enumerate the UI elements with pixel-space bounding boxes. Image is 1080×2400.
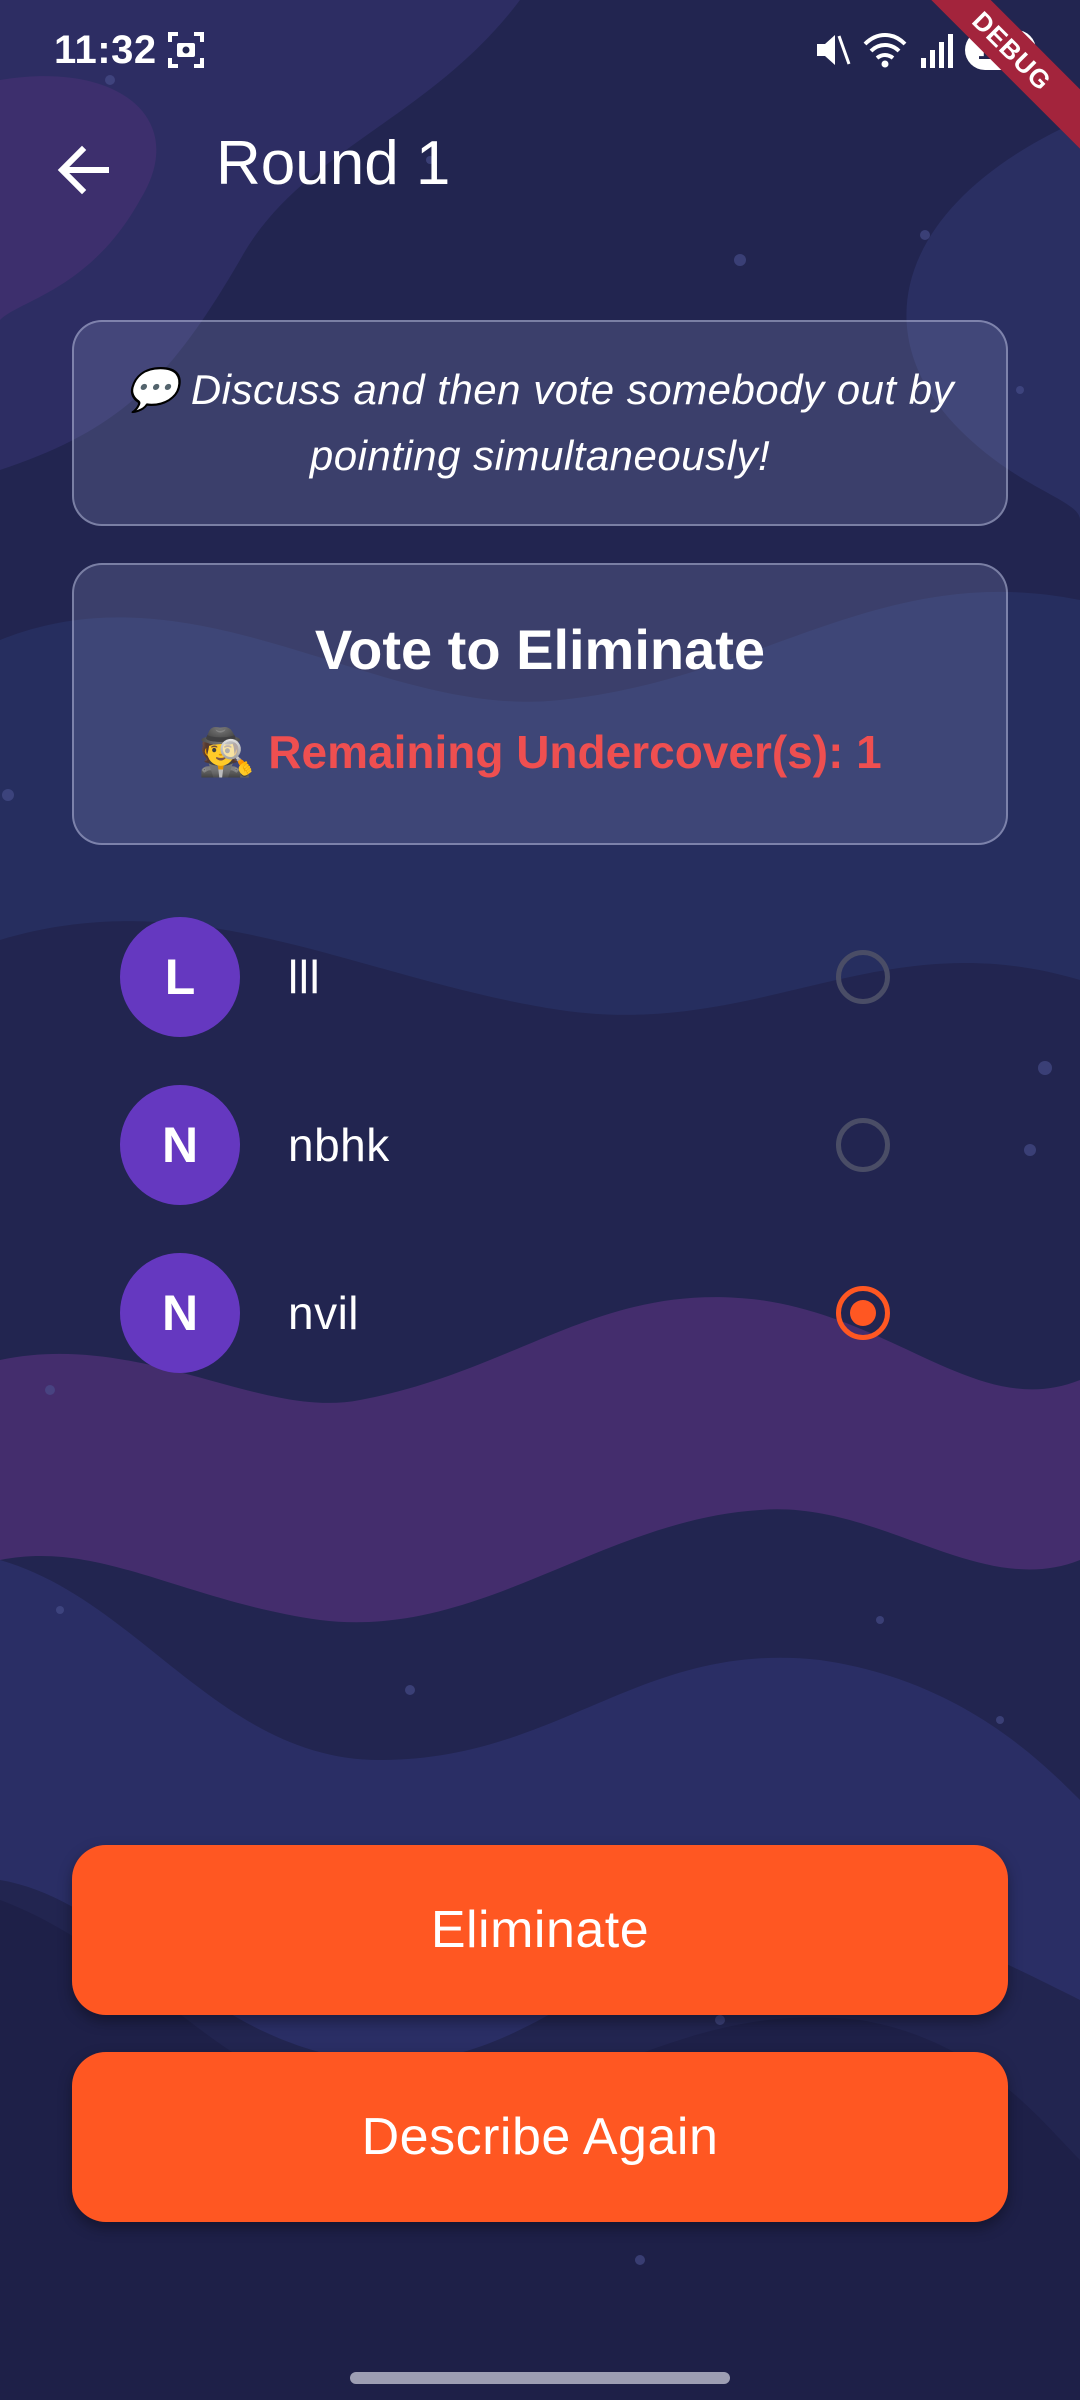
app-bar: Round 1 (0, 120, 1080, 210)
player-radio-selected[interactable] (836, 1286, 890, 1340)
player-row-lll[interactable]: L lll (0, 917, 1080, 1037)
player-name: lll (288, 951, 321, 1003)
vote-title: Vote to Eliminate (314, 618, 766, 681)
avatar: L (120, 917, 240, 1037)
player-row-nbhk[interactable]: N nbhk (0, 1085, 1080, 1205)
player-radio[interactable] (836, 950, 890, 1004)
mute-icon (817, 35, 851, 65)
eliminate-button[interactable]: Eliminate (72, 1845, 1008, 2015)
speech-bubble-icon: 💬 (125, 365, 179, 414)
discussion-hint: 💬 Discuss and then vote somebody out by … (74, 357, 1006, 489)
signal-icon (921, 34, 954, 68)
home-indicator[interactable] (350, 2372, 730, 2384)
player-name: nbhk (288, 1119, 390, 1171)
wifi-icon (863, 33, 907, 68)
discussion-hint-text: Discuss and then vote somebody out by po… (190, 366, 955, 479)
avatar: N (120, 1085, 240, 1205)
status-bar: 11:32 100 DEBUG (0, 0, 1080, 158)
avatar: N (120, 1253, 240, 1373)
player-name: nvil (288, 1287, 360, 1339)
page-title: Round 1 (216, 129, 451, 198)
detective-icon: 🕵️ (198, 725, 256, 779)
player-row-nvil[interactable]: N nvil (0, 1253, 1080, 1373)
arrow-left-icon[interactable] (48, 134, 120, 206)
player-radio[interactable] (836, 1118, 890, 1172)
discussion-hint-card: 💬 Discuss and then vote somebody out by … (72, 320, 1008, 526)
vote-card: Vote to Eliminate 🕵️ Remaining Undercove… (72, 563, 1008, 845)
describe-again-button[interactable]: Describe Again (72, 2052, 1008, 2222)
remaining-undercover-text: Remaining Undercover(s): 1 (268, 726, 882, 778)
screenshot-icon (168, 32, 204, 68)
remaining-undercover: 🕵️ Remaining Undercover(s): 1 (74, 725, 1006, 780)
status-time: 11:32 (54, 28, 157, 72)
